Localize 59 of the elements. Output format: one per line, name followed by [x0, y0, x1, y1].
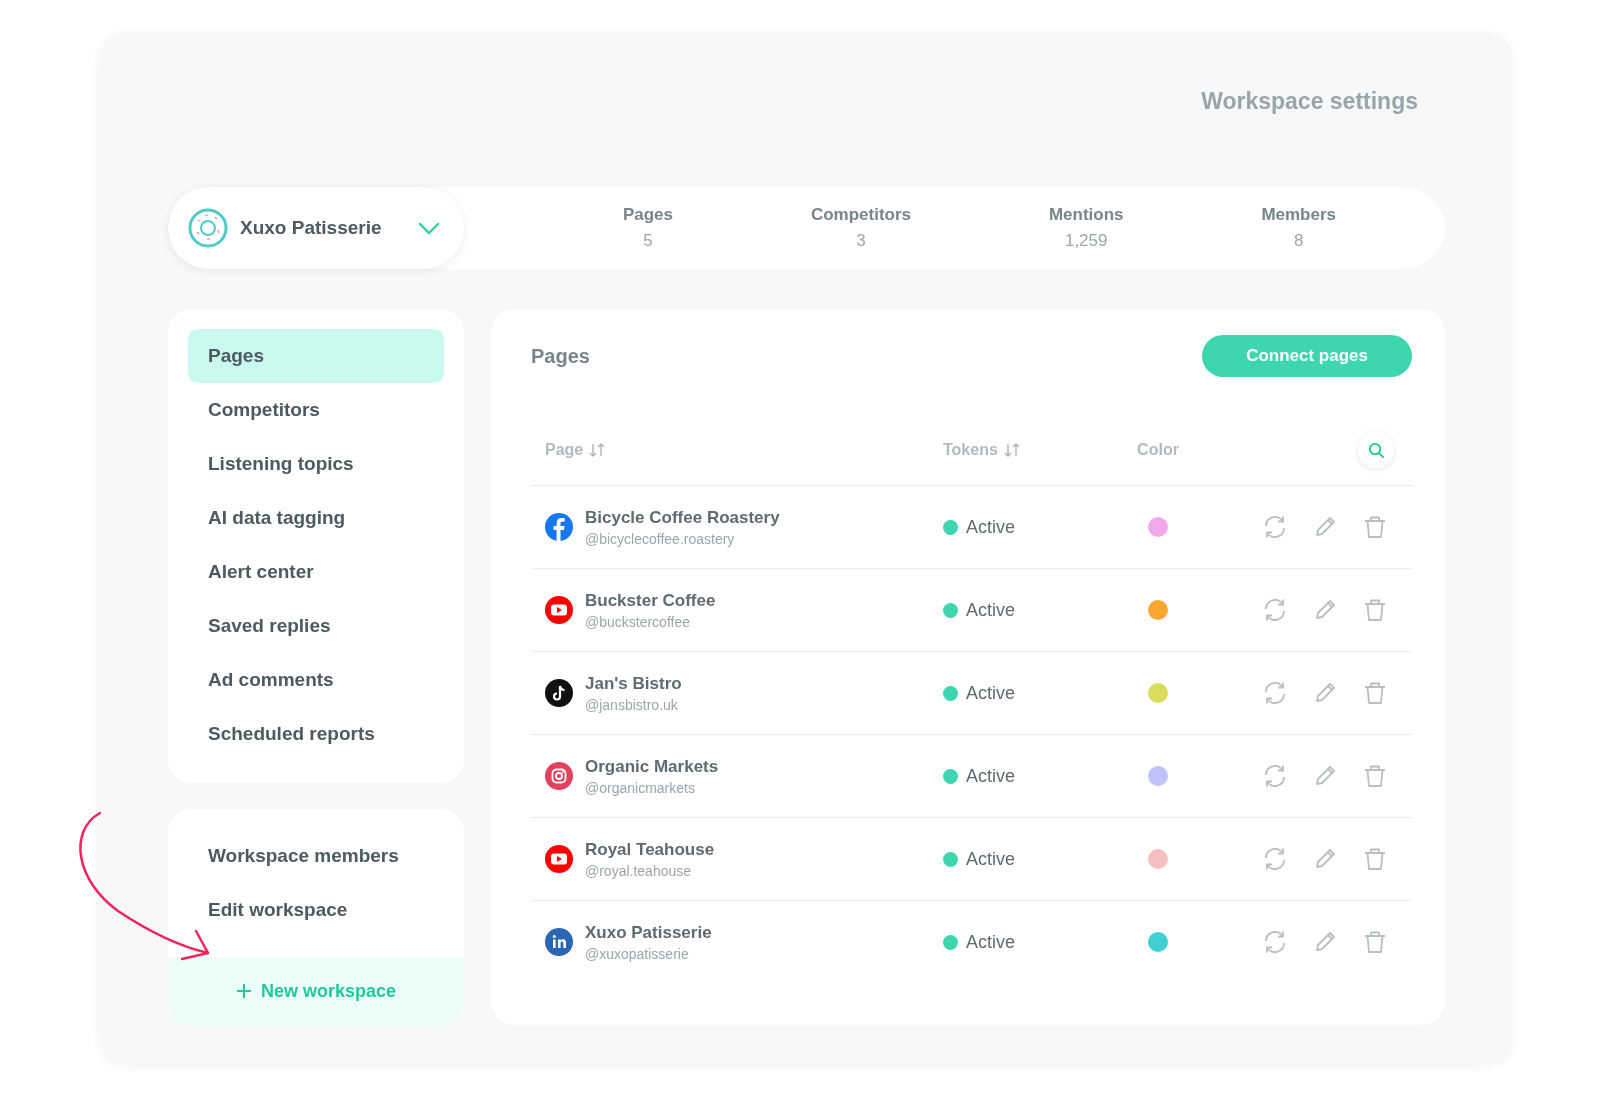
plus-icon — [237, 984, 251, 998]
status-dot-icon — [943, 851, 958, 867]
sidebar-item[interactable]: Workspace members — [188, 829, 444, 883]
page-title: Workspace settings — [1201, 88, 1418, 115]
stat-label: Members — [1261, 205, 1337, 225]
page-name: Royal Teahouse — [585, 839, 715, 860]
letter-f-icon — [545, 513, 573, 541]
search-button[interactable] — [1358, 432, 1394, 468]
sidebar-item[interactable]: Alert center — [188, 545, 444, 599]
page-name: Buckster Coffee — [585, 590, 716, 611]
sidebar-item[interactable]: Edit workspace — [188, 883, 444, 937]
sidebar-item[interactable]: Listening topics — [188, 437, 444, 491]
chevron-down-icon — [418, 221, 440, 235]
status-dot-icon — [943, 602, 958, 618]
sidebar-item[interactable]: Competitors — [188, 383, 444, 437]
sidebar-item[interactable]: Saved replies — [188, 599, 444, 653]
status-text: Active — [966, 516, 1016, 538]
stat-label: Pages — [622, 205, 674, 225]
status-dot-icon — [943, 768, 958, 784]
status-text: Active — [966, 765, 1016, 787]
letters-in-icon — [545, 928, 573, 956]
sort-arrows-icon — [1003, 443, 1020, 457]
page-name: Organic Markets — [585, 756, 719, 777]
sidebar-item[interactable]: Ad comments — [188, 653, 444, 707]
page-name: Jan's Bistro — [585, 673, 682, 694]
sidebar-item[interactable]: AI data tagging — [188, 491, 444, 545]
page-name: Xuxo Patisserie — [585, 922, 712, 943]
status-text: Active — [966, 848, 1016, 870]
stat-value: 8 — [1293, 231, 1304, 251]
status-text: Active — [966, 931, 1016, 953]
stat-label: Mentions — [1048, 205, 1124, 225]
page-handle: @bicyclecoffee.roastery — [585, 530, 736, 547]
page-name: Bicycle Coffee Roastery — [585, 507, 780, 528]
play-button-icon — [545, 845, 573, 873]
status-dot-icon — [943, 519, 958, 535]
search-icon — [1367, 441, 1385, 459]
camera-outline-icon — [545, 762, 573, 790]
workspace-selector[interactable]: Xuxo Patisserie — [168, 187, 464, 269]
panel-title: Pages — [531, 344, 590, 368]
stat-label: Competitors — [810, 205, 912, 225]
page-handle: @organicmarkets — [585, 779, 696, 796]
stat-value: 3 — [856, 231, 866, 251]
play-button-icon — [545, 596, 573, 624]
status-text: Active — [966, 599, 1016, 621]
sort-arrows-icon — [589, 443, 606, 457]
status-text: Active — [966, 682, 1016, 704]
music-note-icon — [545, 679, 573, 707]
sidebar-item[interactable]: Pages — [188, 329, 444, 383]
donut-logo-icon — [188, 208, 228, 248]
status-dot-icon — [943, 685, 958, 701]
stat-value: 5 — [643, 231, 653, 251]
page-handle: @xuxopatisserie — [585, 945, 690, 962]
stat-value: 1,259 — [1064, 231, 1108, 251]
status-dot-icon — [943, 934, 958, 950]
column-header: Color — [1137, 441, 1179, 459]
page-handle: @buckstercoffee — [585, 613, 691, 630]
page-handle: @royal.teahouse — [585, 862, 693, 879]
page-handle: @jansbistro.uk — [585, 696, 679, 713]
sidebar-item[interactable]: Scheduled reports — [188, 707, 444, 761]
